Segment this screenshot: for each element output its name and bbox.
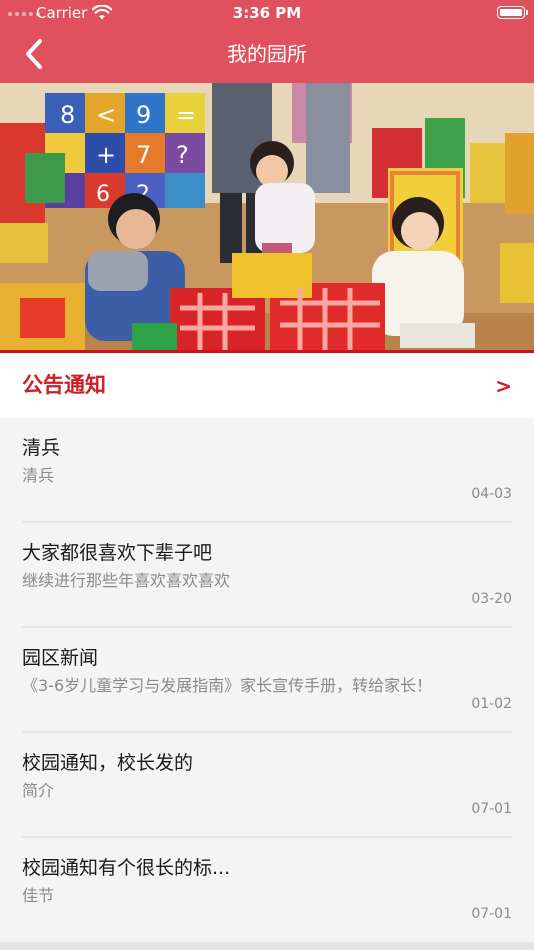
news-title: 园区新闻 <box>22 647 99 669</box>
news-list: 清兵 清兵 04-03 大家都很喜欢下辈子吧 继续进行那些年喜欢喜欢喜欢 03-… <box>0 418 534 943</box>
bottom-edge <box>0 942 534 950</box>
svg-text:8: 8 <box>60 101 75 129</box>
status-time: 3:36 PM <box>232 4 302 22</box>
svg-text:9: 9 <box>136 101 151 129</box>
battery-icon <box>497 6 528 19</box>
news-subtitle: 继续进行那些年喜欢喜欢喜欢 <box>22 571 231 590</box>
news-subtitle: 佳节 <box>22 886 55 905</box>
svg-text:7: 7 <box>136 141 151 169</box>
news-date: 04-03 <box>471 486 512 502</box>
section-title: 公告通知 <box>22 373 106 397</box>
chevron-left-icon <box>26 39 42 69</box>
news-title: 清兵 <box>22 437 61 459</box>
svg-text:6: 6 <box>96 182 110 207</box>
list-item[interactable]: 校园通知，校长发的 简介 07-01 <box>0 733 534 838</box>
svg-text:<: < <box>96 101 116 129</box>
news-date: 07-01 <box>471 801 512 817</box>
list-item[interactable]: 园区新闻 《3-6岁儿童学习与发展指南》家长宣传手册，转给家长！ 01-02 <box>0 628 534 733</box>
svg-text:+: + <box>96 141 116 169</box>
news-subtitle: 《3-6岁儿童学习与发展指南》家长宣传手册，转给家长！ <box>22 676 433 695</box>
news-subtitle: 清兵 <box>22 466 55 485</box>
page-title: 我的园所 <box>227 42 307 66</box>
status-bar: Carrier 3:36 PM <box>0 0 534 28</box>
notice-section-header[interactable]: 公告通知 > <box>0 353 534 418</box>
kindergarten-photo: 8 < 9 = + 7 ? 6 2 <box>0 83 534 353</box>
news-date: 03-20 <box>471 591 512 607</box>
svg-text:=: = <box>176 101 196 129</box>
svg-text:?: ? <box>176 141 189 169</box>
news-title: 校园通知有个很长的标... <box>22 857 231 879</box>
news-subtitle: 简介 <box>22 781 55 800</box>
list-item[interactable]: 大家都很喜欢下辈子吧 继续进行那些年喜欢喜欢喜欢 03-20 <box>0 523 534 628</box>
list-item[interactable]: 校园通知有个很长的标... 佳节 07-01 <box>0 838 534 943</box>
news-title: 大家都很喜欢下辈子吧 <box>22 542 213 564</box>
back-button[interactable] <box>20 36 52 72</box>
news-date: 01-02 <box>471 696 512 712</box>
chevron-right-icon[interactable]: > <box>495 372 512 400</box>
news-date: 07-01 <box>471 906 512 922</box>
navigation-bar: Carrier 3:36 PM 我的园所 <box>0 0 534 83</box>
banner-image[interactable]: 8 < 9 = + 7 ? 6 2 <box>0 83 534 353</box>
news-title: 校园通知，校长发的 <box>22 752 194 774</box>
list-item[interactable]: 清兵 清兵 04-03 <box>0 418 534 523</box>
